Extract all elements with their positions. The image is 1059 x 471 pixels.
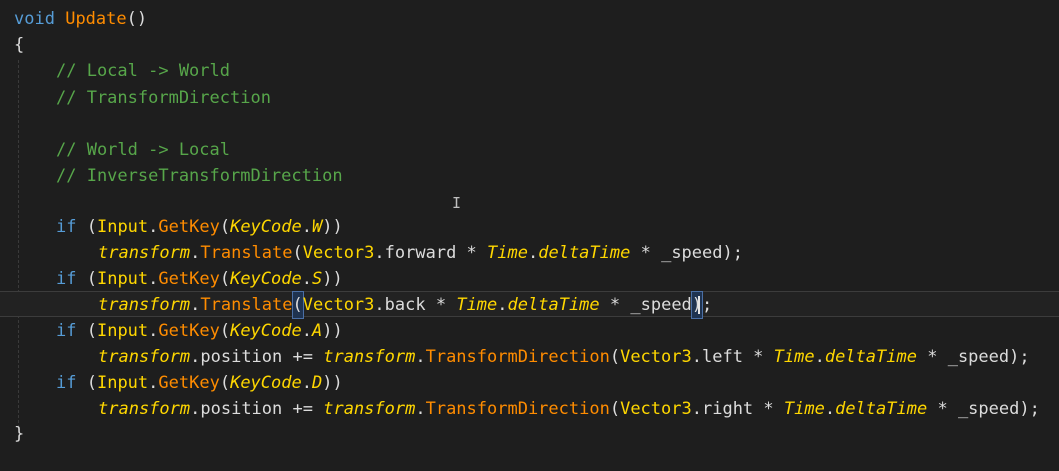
var-transform: transform [98, 347, 191, 367]
code-line-comment-4[interactable]: // InverseTransformDirection [56, 163, 343, 189]
method-getkey: GetKey [158, 373, 220, 393]
code-editor[interactable]: void Update() { // Local -> World // Tra… [0, 0, 1059, 471]
prop-deltatime: deltaTime [835, 399, 928, 419]
key-s: S [311, 269, 323, 289]
keyword-void: void [14, 9, 55, 29]
code-line-if-w[interactable]: if (Input.GetKey(KeyCode.W)) [56, 214, 343, 240]
prop-position: position [200, 399, 283, 419]
prop-forward: forward [384, 243, 457, 263]
class-input: Input [96, 373, 149, 393]
code-line-position-left[interactable]: transform.position += transform.Transfor… [98, 344, 1030, 370]
method-translate: Translate [200, 295, 293, 315]
code-line-comment-1[interactable]: // Local -> World [56, 58, 230, 84]
comment-local-to-world: // Local -> World [56, 61, 230, 81]
code-line-if-s[interactable]: if (Input.GetKey(KeyCode.S)) [56, 266, 343, 292]
enum-keycode: KeyCode [230, 321, 302, 341]
method-getkey: GetKey [158, 269, 220, 289]
var-transform: transform [98, 399, 191, 419]
method-translate: Translate [200, 243, 293, 263]
field-speed: _speed [661, 243, 723, 263]
key-d: D [311, 373, 323, 393]
keyword-if: if [56, 269, 77, 289]
code-line-close-brace[interactable]: } [14, 421, 24, 447]
code-line-if-a[interactable]: if (Input.GetKey(KeyCode.A)) [56, 318, 343, 344]
type-vector3: Vector3 [302, 243, 375, 263]
prop-position: position [200, 347, 283, 367]
signature-parens: () [126, 9, 148, 29]
key-a: A [311, 321, 323, 341]
code-line-comment-2[interactable]: // TransformDirection [56, 85, 271, 111]
field-speed: _speed [947, 347, 1010, 367]
field-speed: _speed [630, 295, 692, 315]
indent-guide [18, 60, 19, 428]
var-transform: transform [323, 347, 416, 367]
var-transform: transform [98, 243, 191, 263]
text-caret [698, 296, 700, 314]
prop-deltatime: deltaTime [824, 347, 917, 367]
key-w: W [311, 217, 323, 237]
method-transformdirection: TransformDirection [425, 347, 610, 367]
matched-paren-close: ) [690, 291, 704, 319]
prop-right: right [701, 399, 754, 419]
prop-deltatime: deltaTime [538, 243, 631, 263]
enum-keycode: KeyCode [230, 373, 302, 393]
type-vector3: Vector3 [620, 347, 692, 367]
prop-left: left [701, 347, 743, 367]
method-name-update: Update [65, 9, 127, 29]
var-transform: transform [323, 399, 416, 419]
comment-transform-direction: // TransformDirection [56, 88, 271, 108]
code-line-signature[interactable]: void Update() [14, 6, 147, 32]
class-input: Input [96, 321, 149, 341]
class-time: Time [487, 243, 528, 263]
enum-keycode: KeyCode [230, 217, 302, 237]
open-brace: { [14, 35, 25, 55]
code-line-if-d[interactable]: if (Input.GetKey(KeyCode.D)) [56, 370, 343, 396]
text-ibeam-icon: I [452, 194, 462, 212]
class-time: Time [783, 399, 825, 419]
code-line-translate-back[interactable]: transform.Translate(Vector3.back * Time.… [98, 291, 712, 319]
code-line-translate-forward[interactable]: transform.Translate(Vector3.forward * Ti… [98, 240, 743, 266]
type-vector3: Vector3 [302, 295, 375, 315]
method-getkey: GetKey [158, 321, 220, 341]
comment-world-to-local: // World -> Local [56, 140, 230, 160]
method-getkey: GetKey [158, 217, 220, 237]
code-line-comment-3[interactable]: // World -> Local [56, 137, 230, 163]
type-vector3: Vector3 [620, 399, 692, 419]
code-line-open-brace[interactable]: { [14, 32, 24, 58]
keyword-if: if [56, 217, 77, 237]
class-input: Input [96, 217, 149, 237]
var-transform: transform [98, 295, 191, 315]
prop-back: back [384, 295, 426, 315]
class-time: Time [456, 295, 498, 315]
close-brace: } [14, 424, 25, 444]
enum-keycode: KeyCode [230, 269, 302, 289]
code-line-position-right[interactable]: transform.position += transform.Transfor… [98, 396, 1040, 422]
method-transformdirection: TransformDirection [425, 399, 610, 419]
prop-deltatime: deltaTime [507, 295, 600, 315]
keyword-if: if [56, 373, 77, 393]
field-speed: _speed [957, 399, 1020, 419]
matched-paren-open: ( [291, 291, 304, 319]
keyword-if: if [56, 321, 77, 341]
class-input: Input [96, 269, 149, 289]
comment-inverse-transform-direction: // InverseTransformDirection [56, 166, 343, 186]
class-time: Time [773, 347, 815, 367]
